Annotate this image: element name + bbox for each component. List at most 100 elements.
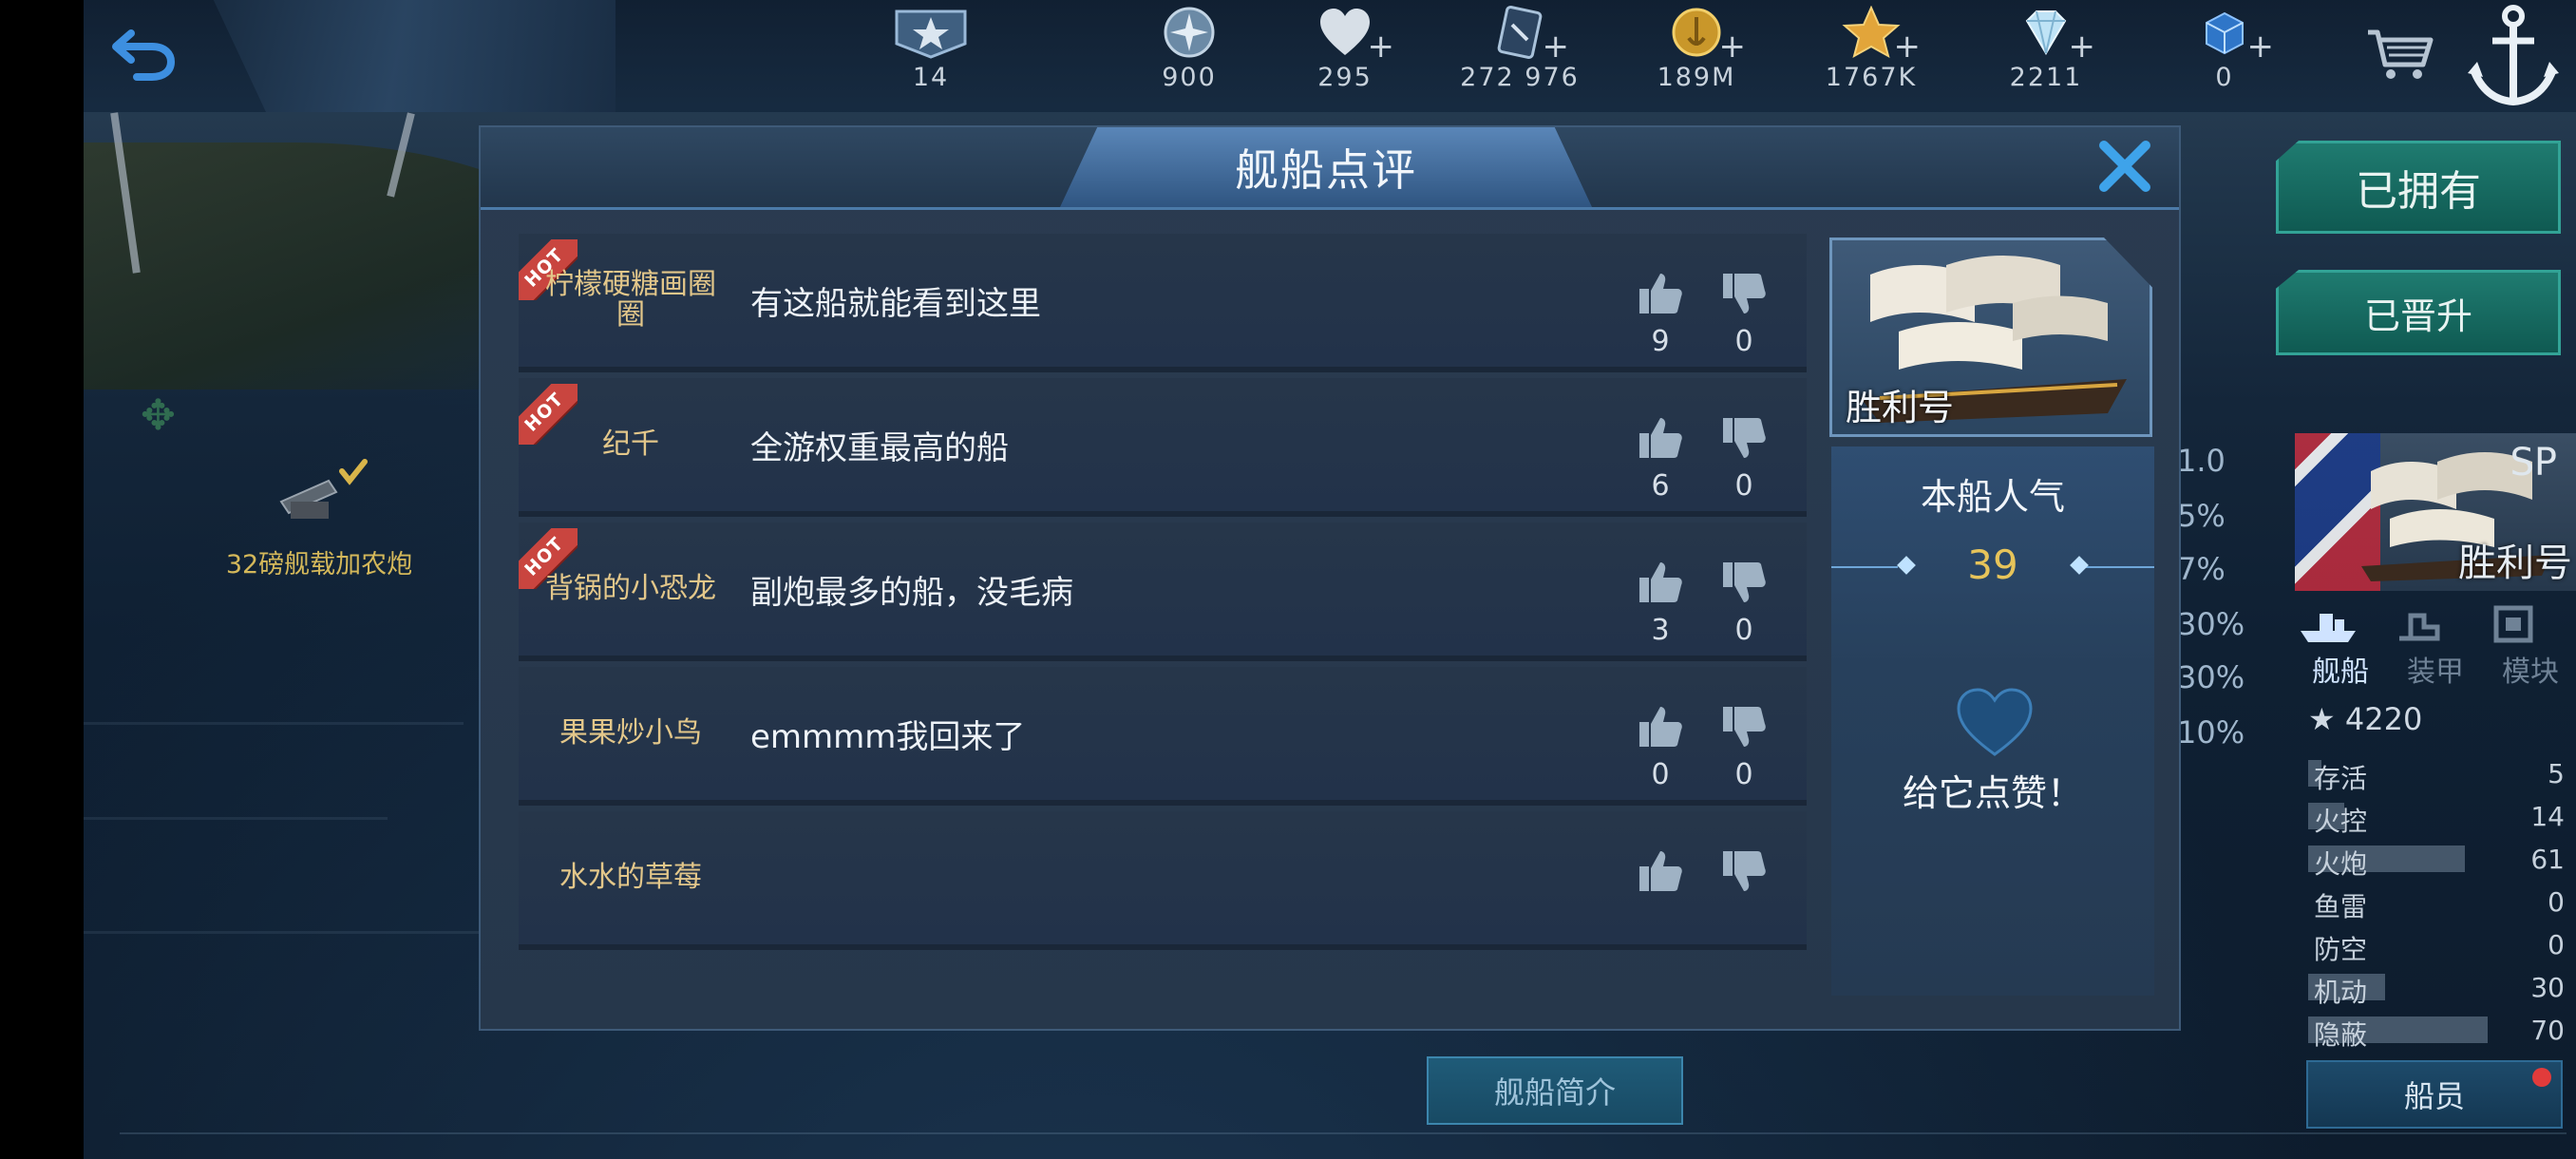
- tab-module[interactable]: 模块: [2485, 600, 2576, 689]
- tab-armor[interactable]: 装甲: [2390, 600, 2481, 689]
- comment-row: HOT 柠檬硬糖画圈圈 有这船就能看到这里 9 0: [519, 234, 1807, 372]
- resource-value: 1767K: [1825, 63, 1918, 92]
- shopping-cart-icon: [2368, 29, 2434, 79]
- diamond-icon: +: [1970, 6, 2122, 66]
- thumbs-down-icon: [1723, 707, 1766, 747]
- resource-compass-token[interactable]: 900: [1113, 6, 1265, 101]
- upvote-count: 3: [1651, 614, 1670, 647]
- upvote-button[interactable]: 9: [1632, 270, 1689, 358]
- resource-value: 2211: [2009, 63, 2083, 92]
- stat-value: 5: [2548, 758, 2565, 789]
- heart-icon: +: [1269, 6, 1421, 66]
- resource-value: 900: [1162, 63, 1217, 92]
- star-icon: ★: [2308, 701, 2336, 737]
- plus-icon[interactable]: +: [2069, 19, 2096, 74]
- upvote-button[interactable]: 6: [1632, 414, 1689, 503]
- comment-row: 果果炒小鸟 emmmm我回来了 0 0: [519, 667, 1807, 806]
- ship-preview-card[interactable]: SP 胜利号: [2295, 433, 2576, 591]
- resource-rank[interactable]: 14: [855, 6, 1007, 101]
- upvote-button[interactable]: [1632, 847, 1689, 902]
- side-stat-value: 7%: [2177, 551, 2226, 587]
- sea-highlight: [84, 931, 502, 934]
- stat-label: 存活: [2314, 763, 2368, 794]
- stat-label: 火控: [2314, 806, 2368, 837]
- stat-value: 14: [2530, 801, 2565, 832]
- ship-thumbnail: 胜利号: [1829, 238, 2152, 437]
- stat-label: 鱼雷: [2314, 891, 2368, 922]
- resource-diamonds[interactable]: + 2211: [1970, 6, 2122, 101]
- comment-row: HOT 纪千 全游权重最高的船 6 0: [519, 378, 1807, 517]
- ship-tabs: 舰船 装甲 模块: [2295, 600, 2576, 689]
- resource-box[interactable]: + 0: [2149, 6, 2301, 101]
- stat-value: 30: [2530, 972, 2565, 1003]
- thumbs-down-icon: [1723, 562, 1766, 602]
- comment-username: 纪千: [602, 428, 659, 461]
- like-cta: 给它点赞！: [1902, 772, 2083, 814]
- downvote-button[interactable]: 0: [1715, 559, 1772, 647]
- upgraded-button[interactable]: 已晋升: [2276, 270, 2561, 355]
- plus-icon[interactable]: +: [1894, 19, 1922, 74]
- owned-button[interactable]: 已拥有: [2276, 141, 2561, 234]
- downvote-button[interactable]: [1715, 847, 1772, 902]
- ship-intro-button[interactable]: 舰船简介: [1427, 1056, 1683, 1125]
- comment-text: 有这船就能看到这里: [750, 284, 1041, 323]
- side-stat-value: 5%: [2177, 498, 2226, 534]
- downvote-button[interactable]: 0: [1715, 414, 1772, 503]
- comment-row: 水水的草莓: [519, 811, 1807, 950]
- comment-list[interactable]: HOT 柠檬硬糖画圈圈 有这船就能看到这里 9 0 HOT 纪千 全游权重最高的船 6 0 HOT 背…: [519, 234, 1807, 996]
- bottom-frame-line: [120, 1132, 2567, 1134]
- ship-name: 胜利号: [1846, 387, 1955, 428]
- resource-value: 14: [912, 63, 950, 92]
- thumbs-up-icon: [1639, 418, 1682, 458]
- plus-icon[interactable]: +: [2247, 19, 2275, 74]
- resource-stars[interactable]: + 1767K: [1795, 5, 1947, 101]
- dialog-title: 舰船点评: [1060, 127, 1592, 207]
- plus-icon[interactable]: +: [1719, 19, 1747, 74]
- comment-username: 柠檬硬糖画圈圈: [545, 268, 716, 332]
- close-button[interactable]: [2092, 133, 2158, 200]
- resource-cards[interactable]: + 272 976: [1444, 6, 1596, 101]
- module-icon: [2493, 605, 2533, 643]
- ghost-decoration-icon: ✥: [141, 391, 176, 440]
- dialog-header: 舰船点评: [481, 127, 2179, 210]
- stat-value: 0: [2548, 929, 2565, 960]
- topbar-decoration: [213, 0, 616, 112]
- resource-hearts[interactable]: + 295: [1269, 6, 1421, 101]
- resource-gold[interactable]: + 189M: [1620, 6, 1772, 101]
- shop-cart-button[interactable]: [2361, 21, 2437, 87]
- downvote-button[interactable]: 0: [1715, 703, 1772, 791]
- gold-coin-icon: +: [1620, 6, 1772, 66]
- upvote-count: 6: [1651, 469, 1670, 503]
- back-button[interactable]: [106, 21, 182, 87]
- stat-row: 防空 0: [2308, 927, 2565, 965]
- crew-button[interactable]: 船员: [2306, 1060, 2563, 1129]
- compass-token-icon: [1113, 6, 1265, 61]
- upvote-button[interactable]: 0: [1632, 703, 1689, 791]
- port-anchor-button[interactable]: [2456, 0, 2570, 112]
- stat-label: 隐蔽: [2314, 1019, 2368, 1051]
- popularity-value: 39: [1967, 542, 2018, 588]
- ship-score: ★ 4220: [2308, 701, 2422, 737]
- comment-username: 背锅的小恐龙: [545, 572, 716, 605]
- gold-star-icon: +: [1795, 5, 1947, 66]
- like-heart-icon[interactable]: [1955, 686, 2035, 758]
- stat-row: 隐蔽 70: [2308, 1013, 2565, 1051]
- stat-row: 火控 14: [2308, 799, 2565, 837]
- upvote-button[interactable]: 3: [1632, 559, 1689, 647]
- equipped-weapon[interactable]: 32磅舰载加农炮: [224, 454, 414, 580]
- thumbs-down-icon: [1723, 274, 1766, 314]
- downvote-count: 0: [1734, 614, 1753, 647]
- downvote-button[interactable]: 0: [1715, 270, 1772, 358]
- downvote-count: 0: [1734, 325, 1753, 358]
- thumbs-up-icon: [1639, 851, 1682, 891]
- plus-icon[interactable]: +: [1543, 19, 1570, 74]
- score-value: 4220: [2344, 701, 2423, 737]
- weapon-label: 32磅舰载加农炮: [225, 550, 413, 580]
- comment-text: emmmm我回来了: [750, 717, 1026, 756]
- blue-box-icon: +: [2149, 6, 2301, 66]
- resource-value: 295: [1317, 63, 1373, 92]
- thumbs-up-icon: [1639, 562, 1682, 602]
- plus-icon[interactable]: +: [1368, 19, 1395, 74]
- sea-highlight: [84, 722, 464, 725]
- tab-ship[interactable]: 舰船: [2295, 600, 2386, 689]
